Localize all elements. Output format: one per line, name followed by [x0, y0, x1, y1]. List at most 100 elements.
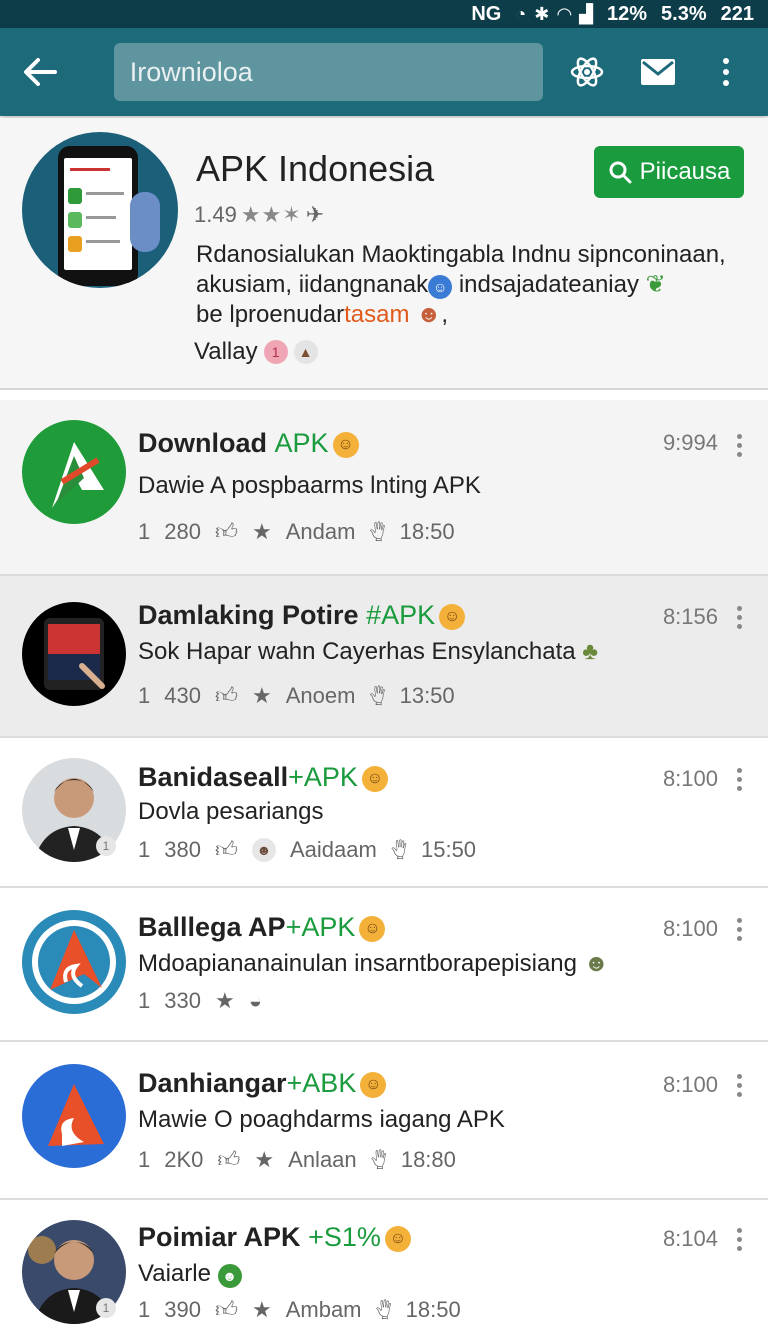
- like-icon: 👍︎: [214, 837, 238, 862]
- atom-button[interactable]: [563, 48, 611, 96]
- mail-icon: [641, 59, 676, 85]
- status-bar: NG ◔ ✱ ◠ ▟ 12% 5.3% 221: [0, 0, 768, 28]
- person-avatar-icon: ☻: [251, 837, 276, 862]
- wifi-icon: ◠: [557, 3, 572, 24]
- like-icon: 👍︎: [214, 683, 238, 708]
- item-time: 9:994: [662, 430, 718, 455]
- item-title: Damlaking Potire #APK ☺: [138, 600, 466, 631]
- item-subtitle: Mawie O poaghdarms iagang APK: [138, 1106, 505, 1133]
- install-button[interactable]: Piicausa: [594, 146, 744, 198]
- item-meta: 1 380 👍︎ ☻ Aaidaam 🖐︎ 15:50: [138, 836, 477, 863]
- item-time: 8:100: [662, 916, 718, 941]
- item-subtitle: Vaiarle ☻: [138, 1260, 242, 1288]
- item-time: 8:104: [662, 1226, 718, 1251]
- item-subtitle: Dovla pesariangs: [138, 798, 324, 825]
- item-subtitle: Dawie A pospbaarms lnting APK: [138, 472, 481, 499]
- item-avatar: [22, 910, 126, 1014]
- item-avatar: [22, 1064, 126, 1168]
- smile-emoji-icon: ☺: [360, 1071, 387, 1098]
- share-icon: 🖐︎: [370, 1147, 387, 1172]
- item-meta: 1 280 👍︎ ★ Andam 🖐︎ 18:50: [138, 518, 455, 545]
- status-icons: ◔ ✱ ◠ ▟: [515, 4, 593, 25]
- like-icon: 👍︎: [214, 519, 238, 544]
- item-title: Balllega AP+APK ☺: [138, 912, 386, 943]
- item-time: 8:100: [662, 1072, 718, 1097]
- item-meta: 1 330 ★ ◒: [138, 988, 262, 1013]
- smile-emoji-icon: ☺: [439, 603, 466, 630]
- person-emoji-icon: ☻: [416, 301, 442, 328]
- like-icon: 👍︎: [217, 1147, 241, 1172]
- item-title: Download APK ☺: [138, 428, 359, 459]
- search-input-value: Irownioloa: [129, 56, 253, 87]
- item-meta: 1 430 👍︎ ★ Anoem 🖐︎ 13:50: [138, 682, 455, 709]
- channel-rating: 1.49 ★★✶ ✈: [194, 202, 325, 227]
- list-item[interactable]: Danhiangar+ABK ☺ 8:100 Mawie O poaghdarms…: [0, 1042, 768, 1200]
- plant-emoji-icon: ♣: [582, 638, 598, 665]
- back-button[interactable]: [18, 50, 62, 94]
- atom-icon: [570, 57, 604, 87]
- item-more-button[interactable]: [734, 1228, 744, 1251]
- boot-emoji-icon: ▲: [293, 340, 318, 364]
- app-bar: Irownioloa: [0, 28, 768, 116]
- star-icon: ★: [251, 682, 272, 708]
- signal-icon: ▟: [579, 3, 593, 24]
- person-emoji-icon: ☻: [583, 950, 609, 977]
- tag-count-badge: 1: [263, 340, 288, 364]
- search-input[interactable]: Irownioloa: [113, 43, 543, 101]
- face-emoji-icon: ☺: [428, 275, 453, 299]
- like-icon: 👍︎: [214, 1297, 238, 1322]
- alarm-icon: ◔: [515, 3, 527, 24]
- leaf-emoji-icon: ❦: [645, 271, 666, 298]
- list-item[interactable]: 1 Poimiar APK +S1% ☺ 8:104 Vaiarle ☻ 1 39…: [0, 1200, 768, 1344]
- list-item[interactable]: Balllega AP+APK ☺ 8:100 Mdoapiananainulan…: [0, 888, 768, 1042]
- item-title: Banidaseall+APK ☺: [138, 762, 388, 793]
- channel-description: Rdanosialukan Maoktingabla Indnu sipncon…: [196, 241, 726, 328]
- clock: 221: [720, 2, 754, 25]
- more-options-button[interactable]: [702, 48, 750, 96]
- battery-percent-b: 5.3%: [661, 2, 707, 25]
- bluetooth-icon: ✱: [534, 3, 550, 24]
- item-more-button[interactable]: [734, 768, 744, 791]
- smile-emoji-icon: ☺: [332, 431, 359, 458]
- channel-header: APK Indonesia 1.49 ★★✶ ✈ Piicausa Rdanos…: [0, 118, 768, 390]
- item-subtitle: Mdoapiananainulan insarntborapepisiang ☻: [138, 950, 609, 977]
- list-item[interactable]: Damlaking Potire #APK ☺ 8:156 Sok Hapar w…: [0, 576, 768, 738]
- phone-illustration: [58, 146, 138, 286]
- share-icon: 🖐︎: [390, 837, 407, 862]
- carrier-label: NG: [471, 2, 502, 25]
- item-meta: 1 2K0 👍︎ ★ Anlaan 🖐︎ 18:80: [138, 1146, 456, 1173]
- verified-plane-icon: ✈: [305, 202, 325, 227]
- item-time: 8:156: [662, 604, 718, 629]
- item-more-button[interactable]: [734, 918, 744, 941]
- channel-avatar: [22, 132, 178, 288]
- channel-title: APK Indonesia: [196, 148, 435, 189]
- share-icon: 🖐︎: [375, 1297, 392, 1322]
- smile-emoji-icon: ☺: [361, 765, 388, 792]
- verified-badge: 1: [96, 836, 116, 856]
- item-more-button[interactable]: [734, 1074, 744, 1097]
- item-avatar: [22, 420, 126, 524]
- item-more-button[interactable]: [734, 606, 744, 629]
- dish-icon: ◒: [248, 988, 262, 1013]
- person-emoji-icon: ☻: [217, 1264, 242, 1288]
- list-item[interactable]: 1 Banidaseall+APK ☺ 8:100 Dovla pesariang…: [0, 738, 768, 888]
- item-title: Danhiangar+ABK ☺: [138, 1068, 387, 1099]
- rating-stars-icon: ★★✶: [240, 202, 302, 227]
- verified-badge: 1: [96, 1298, 116, 1318]
- share-icon: 🖐︎: [369, 683, 386, 708]
- battery-percent-a: 12%: [607, 2, 648, 25]
- channel-tag: Vallay 1 ▲: [194, 338, 318, 366]
- star-icon: ★: [254, 1146, 275, 1172]
- star-icon: ★: [251, 1296, 272, 1322]
- list-item[interactable]: Download APK ☺ 9:994 Dawie A pospbaarms l…: [0, 400, 768, 576]
- smile-emoji-icon: ☺: [384, 1225, 411, 1252]
- share-icon: 🖐︎: [369, 519, 386, 544]
- more-vert-icon: [723, 58, 730, 86]
- star-icon: ★: [214, 988, 235, 1013]
- star-icon: ★: [251, 518, 272, 544]
- mail-button[interactable]: [635, 48, 683, 96]
- item-meta: 1 390 👍︎ ★ Ambam 🖐︎ 18:50: [138, 1296, 461, 1323]
- item-time: 8:100: [662, 766, 718, 791]
- item-subtitle: Sok Hapar wahn Cayerhas Ensylanchata ♣: [138, 638, 598, 665]
- item-more-button[interactable]: [734, 434, 744, 457]
